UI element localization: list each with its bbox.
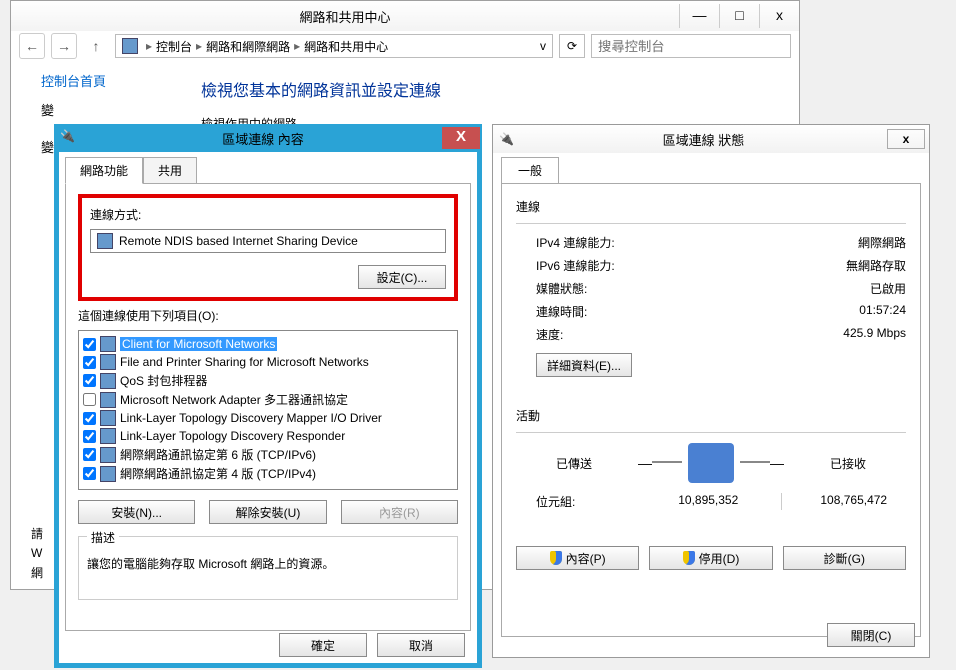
protocol-icon (100, 410, 116, 426)
control-panel-home-link[interactable]: 控制台首頁 (41, 71, 181, 90)
item-checkbox[interactable] (83, 374, 96, 387)
nav-bar: ← → ↑ ▸ 控制台▸ 網路和網際網路▸ 網路和共用中心 v ⟳ (11, 31, 799, 61)
dialog-titlebar: 🔌 區域連線 內容 X (54, 124, 482, 152)
close-button[interactable]: x (887, 129, 925, 149)
list-item[interactable]: 網際網路通訊協定第 4 版 (TCP/IPv4) (81, 464, 455, 483)
maximize-button[interactable]: □ (719, 4, 759, 28)
item-label: 網際網路通訊協定第 4 版 (TCP/IPv4) (120, 465, 316, 482)
up-button[interactable]: ↑ (83, 33, 109, 59)
item-checkbox[interactable] (83, 338, 96, 351)
item-label: Client for Microsoft Networks (120, 337, 277, 351)
protocol-icon (100, 428, 116, 444)
protocol-icon (100, 447, 116, 463)
ok-button[interactable]: 確定 (279, 633, 367, 657)
connect-using-label: 連線方式: (90, 206, 446, 223)
close-button[interactable]: X (442, 127, 480, 149)
highlight-box: 連線方式: Remote NDIS based Internet Sharing… (78, 194, 458, 301)
list-item[interactable]: Link-Layer Topology Discovery Responder (81, 427, 455, 445)
list-item[interactable]: Microsoft Network Adapter 多工器通訊協定 (81, 390, 455, 409)
item-checkbox[interactable] (83, 467, 96, 480)
protocol-list[interactable]: Client for Microsoft Networks File and P… (78, 330, 458, 490)
item-checkbox[interactable] (83, 412, 96, 425)
tab-networking[interactable]: 網路功能 (65, 157, 143, 184)
details-button[interactable]: 詳細資料(E)... (536, 353, 632, 377)
configure-button[interactable]: 設定(C)... (358, 265, 446, 289)
forward-button[interactable]: → (51, 33, 77, 59)
activity-header: 活動 (516, 407, 906, 424)
bytes-label: 位元組: (536, 493, 656, 510)
shield-icon (683, 551, 695, 565)
item-label: Link-Layer Topology Discovery Responder (120, 429, 345, 443)
refresh-button[interactable]: ⟳ (559, 34, 585, 58)
adapter-icon (97, 233, 113, 249)
tab-sharing[interactable]: 共用 (143, 157, 197, 184)
disable-button[interactable]: 停用(D) (649, 546, 772, 570)
breadcrumb[interactable]: ▸ 控制台▸ 網路和網際網路▸ 網路和共用中心 v (115, 34, 553, 58)
tab-general[interactable]: 一般 (501, 157, 559, 183)
connection-properties-dialog: 🔌 區域連線 內容 X 網路功能 共用 連線方式: Remote NDIS ba… (54, 124, 482, 668)
computers-icon (688, 443, 734, 483)
sent-label: 已傳送 (556, 455, 592, 472)
tab-pane: 連線方式: Remote NDIS based Internet Sharing… (65, 183, 471, 631)
cancel-button[interactable]: 取消 (377, 633, 465, 657)
description-label: 描述 (87, 529, 119, 546)
adapter-field[interactable]: Remote NDIS based Internet Sharing Devic… (90, 229, 446, 253)
item-checkbox[interactable] (83, 448, 96, 461)
received-label: 已接收 (830, 455, 866, 472)
description-group: 描述 讓您的電腦能夠存取 Microsoft 網路上的資源。 (78, 536, 458, 600)
item-label: Microsoft Network Adapter 多工器通訊協定 (120, 391, 348, 408)
protocol-icon (100, 336, 116, 352)
dialog-title: 區域連線 狀態 (520, 130, 887, 149)
item-label: 網際網路通訊協定第 6 版 (TCP/IPv6) (120, 446, 316, 463)
list-item[interactable]: QoS 封包排程器 (81, 371, 455, 390)
list-item[interactable]: 網際網路通訊協定第 6 版 (TCP/IPv6) (81, 445, 455, 464)
item-checkbox[interactable] (83, 356, 96, 369)
install-button[interactable]: 安裝(N)... (78, 500, 195, 524)
item-checkbox[interactable] (83, 393, 96, 406)
protocol-icon (100, 466, 116, 482)
diagnose-button[interactable]: 診斷(G) (783, 546, 906, 570)
window-titlebar: 網路和共用中心 — □ x (11, 1, 799, 31)
item-properties-button[interactable]: 內容(R) (341, 500, 458, 524)
dialog-title: 區域連線 內容 (84, 129, 442, 148)
uninstall-button[interactable]: 解除安裝(U) (209, 500, 326, 524)
item-checkbox[interactable] (83, 430, 96, 443)
list-item[interactable]: Client for Microsoft Networks (81, 335, 455, 353)
item-label: File and Printer Sharing for Microsoft N… (120, 355, 369, 369)
dialog-titlebar: 🔌 區域連線 狀態 x (493, 125, 929, 153)
connection-header: 連線 (516, 198, 906, 215)
network-adapter-icon: 🔌 (499, 132, 514, 146)
status-pane: 連線 IPv4 連線能力:網際網路 IPv6 連線能力:無網路存取 媒體狀態:已… (501, 183, 921, 637)
close-dialog-button[interactable]: 關閉(C) (827, 623, 915, 647)
footer-links: 請 W 網 (31, 521, 43, 581)
network-icon (122, 38, 138, 54)
protocol-icon (100, 392, 116, 408)
protocol-icon (100, 354, 116, 370)
connection-status-dialog: 🔌 區域連線 狀態 x 一般 連線 IPv4 連線能力:網際網路 IPv6 連線… (492, 124, 930, 658)
page-heading: 檢視您基本的網路資訊並設定連線 (201, 77, 441, 101)
description-text: 讓您的電腦能夠存取 Microsoft 網路上的資源。 (87, 555, 449, 572)
back-button[interactable]: ← (19, 33, 45, 59)
protocol-icon (100, 373, 116, 389)
bytes-received: 108,765,472 (802, 493, 907, 510)
minimize-button[interactable]: — (679, 4, 719, 28)
item-label: Link-Layer Topology Discovery Mapper I/O… (120, 411, 382, 425)
list-item[interactable]: Link-Layer Topology Discovery Mapper I/O… (81, 409, 455, 427)
shield-icon (550, 551, 562, 565)
list-item[interactable]: File and Printer Sharing for Microsoft N… (81, 353, 455, 371)
bytes-sent: 10,895,352 (656, 493, 761, 510)
items-label: 這個連線使用下列項目(O): (78, 307, 458, 324)
properties-button[interactable]: 內容(P) (516, 546, 639, 570)
close-button[interactable]: x (759, 4, 799, 28)
window-title: 網路和共用中心 (11, 7, 679, 26)
search-input[interactable] (591, 34, 791, 58)
network-adapter-icon: 🔌 (60, 129, 78, 147)
item-label: QoS 封包排程器 (120, 372, 207, 389)
